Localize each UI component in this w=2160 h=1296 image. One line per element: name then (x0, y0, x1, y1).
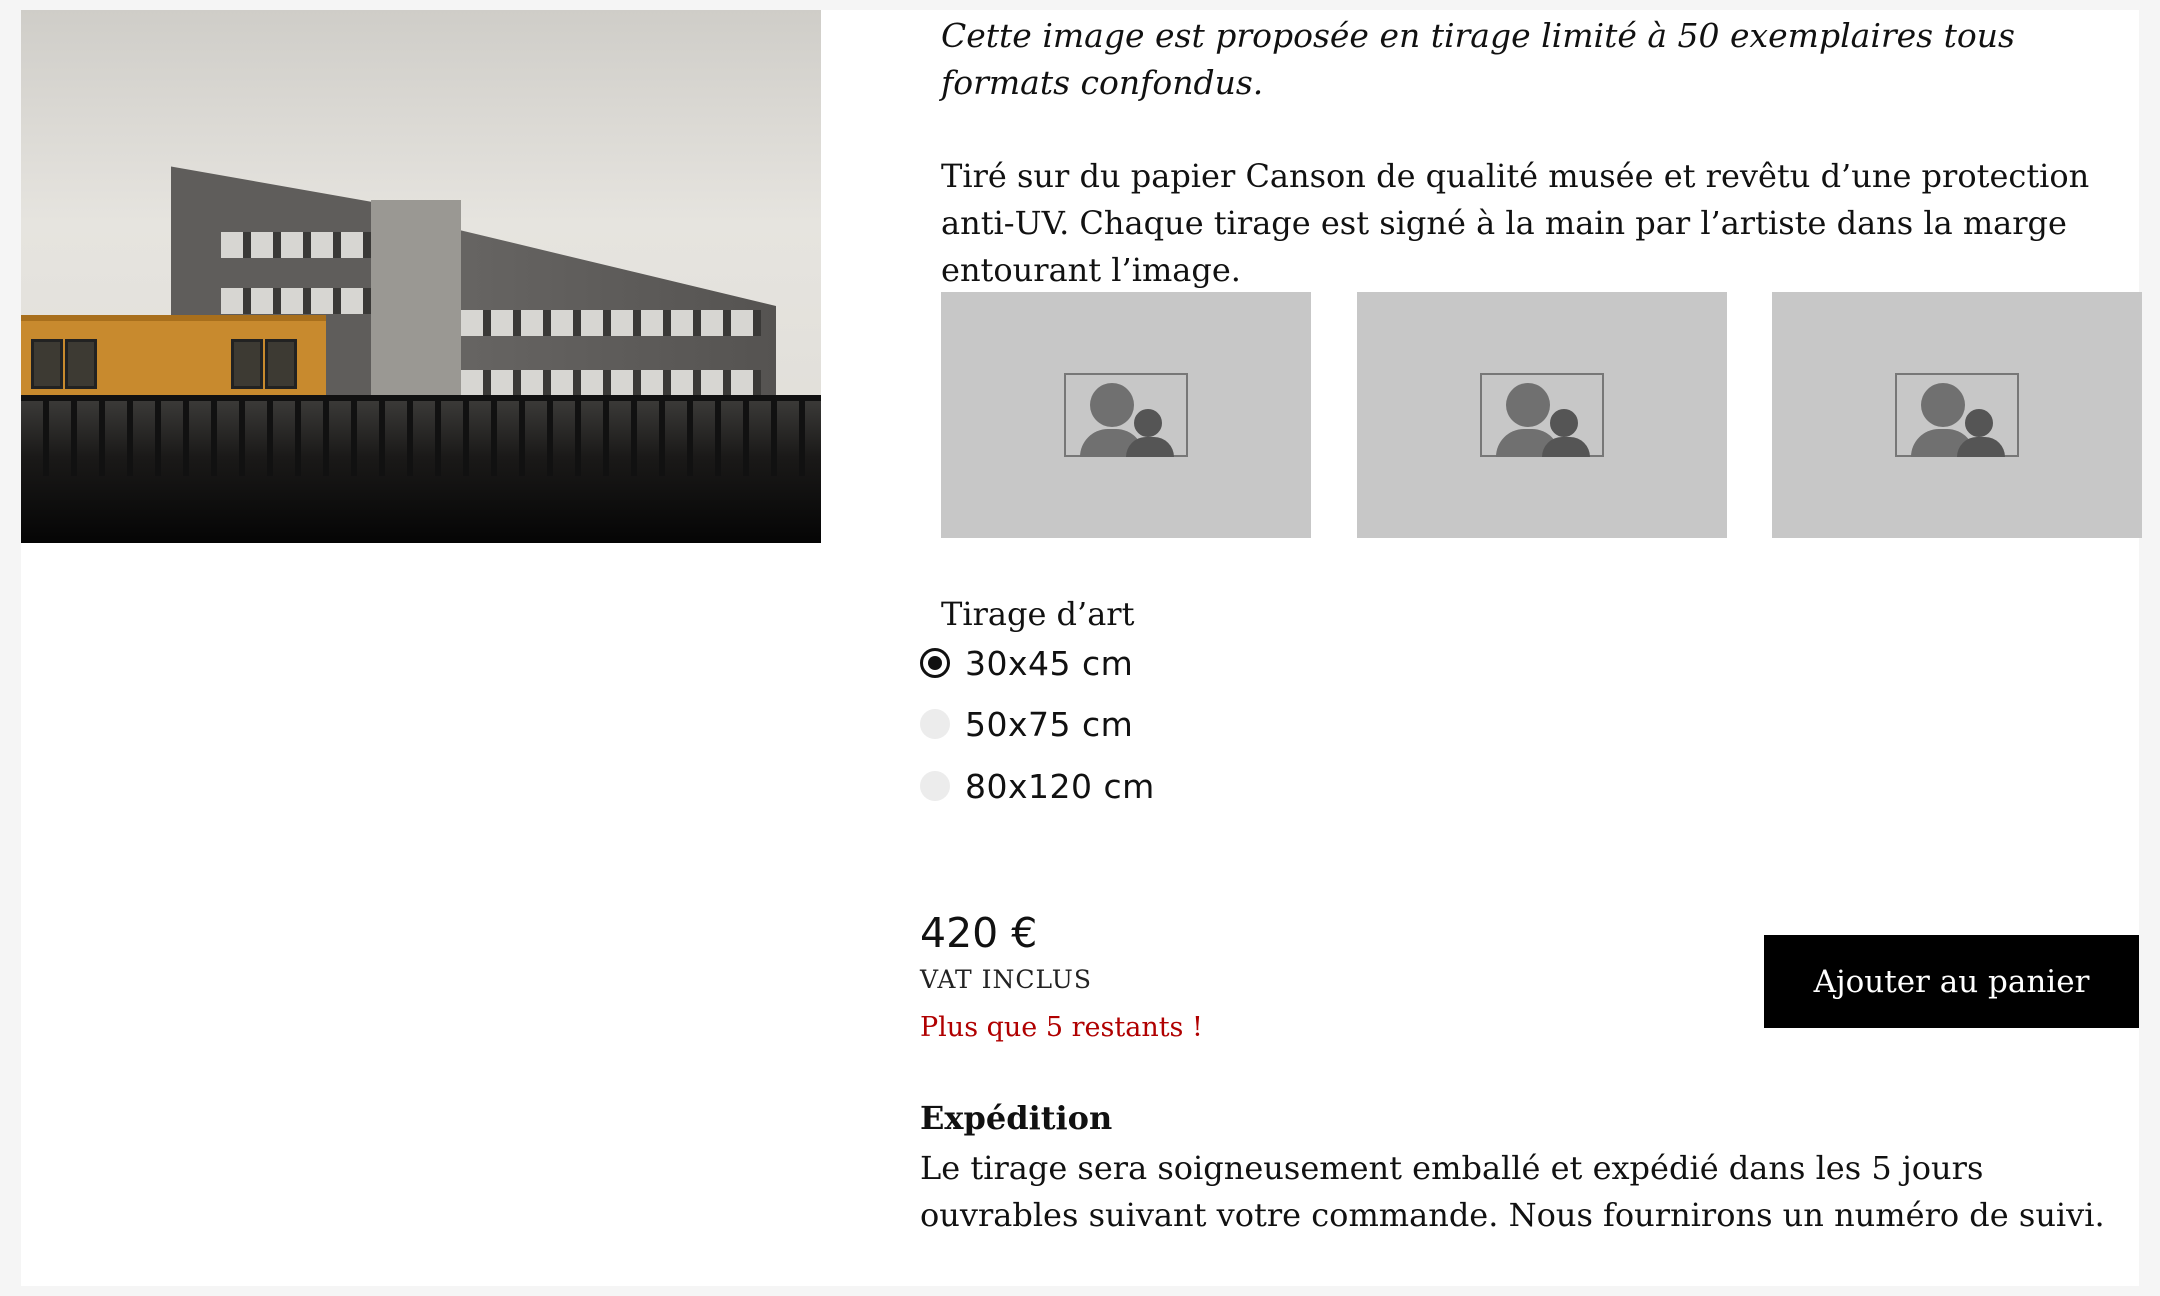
photo-windows (461, 310, 761, 336)
thumbnail-3[interactable] (1772, 292, 2142, 538)
image-placeholder-icon (1895, 373, 2019, 457)
size-option-50x75[interactable]: 50x75 cm (920, 703, 1133, 745)
print-options-title: Tirage d’art (941, 595, 1135, 633)
photo-windows (221, 232, 371, 258)
thumbnail-1[interactable] (941, 292, 1311, 538)
limited-edition-text: Cette image est proposée en tirage limit… (941, 16, 2015, 102)
radio-unselected-icon[interactable] (920, 709, 950, 739)
size-option-80x120[interactable]: 80x120 cm (920, 765, 1155, 807)
size-option-label: 50x75 cm (965, 704, 1134, 744)
size-option-label: 80x120 cm (965, 766, 1155, 806)
photo-windows (221, 288, 371, 314)
paper-description: Tiré sur du papier Canson de qualité mus… (941, 157, 2090, 289)
photo-railing (21, 395, 821, 476)
size-option-label: 30x45 cm (965, 643, 1134, 683)
product-photo[interactable] (21, 10, 821, 543)
thumbnail-2[interactable] (1357, 292, 1727, 538)
shipping-title: Expédition (920, 1099, 1113, 1137)
image-placeholder-icon (1480, 373, 1604, 457)
photo-windows (461, 370, 761, 396)
radio-unselected-icon[interactable] (920, 771, 950, 801)
add-to-cart-button[interactable]: Ajouter au panier (1764, 935, 2139, 1028)
image-placeholder-icon (1064, 373, 1188, 457)
radio-selected-icon[interactable] (920, 648, 950, 678)
shipping-text: Le tirage sera soigneusement emballé et … (920, 1149, 2105, 1234)
thumbnail-strip (941, 292, 2142, 538)
size-option-30x45[interactable]: 30x45 cm (920, 642, 1133, 684)
